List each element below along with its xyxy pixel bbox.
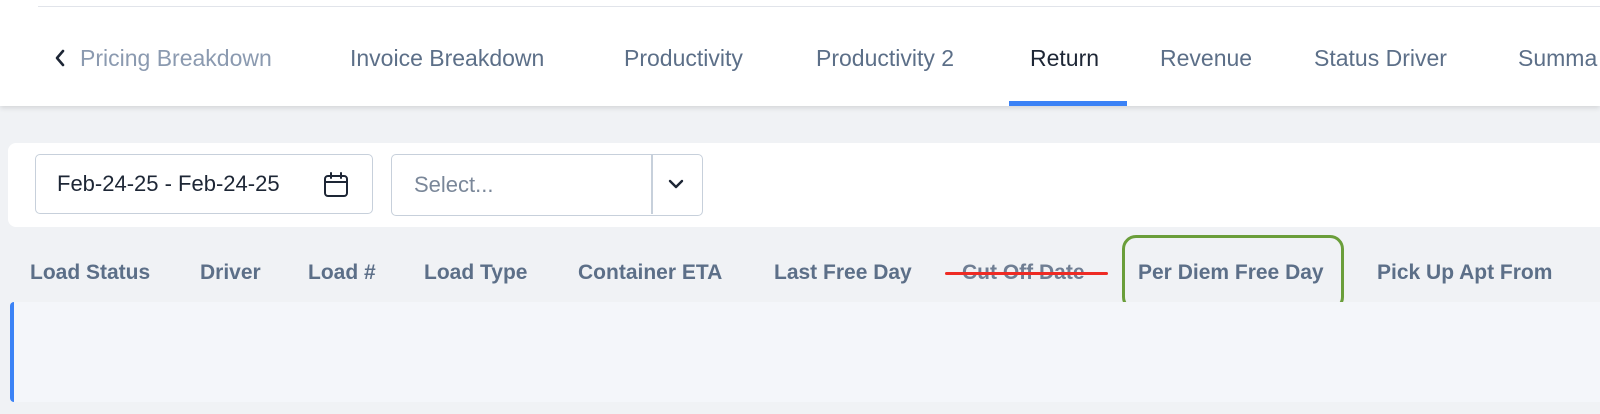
date-range-value: Feb-24-25 - Feb-24-25 — [57, 171, 280, 196]
table-body — [10, 302, 1600, 402]
tab-return[interactable]: Return — [1030, 42, 1099, 74]
select-separator — [651, 155, 653, 214]
column-header-load-status[interactable]: Load Status — [30, 258, 150, 288]
tab-productivity[interactable]: Productivity — [624, 42, 743, 74]
tab-status-driver[interactable]: Status Driver — [1314, 42, 1447, 74]
report-tabs-bar: Pricing Breakdown Invoice Breakdown Prod… — [0, 0, 1600, 106]
active-tab-indicator — [1009, 101, 1127, 106]
column-header-pick-up-apt-from[interactable]: Pick Up Apt From — [1377, 258, 1552, 288]
column-header-per-diem-free-day[interactable]: Per Diem Free Day — [1138, 258, 1324, 288]
tab-productivity-2[interactable]: Productivity 2 — [816, 42, 954, 74]
calendar-icon[interactable] — [322, 171, 350, 204]
column-header-container-eta[interactable]: Container ETA — [578, 258, 722, 288]
tab-summary[interactable]: Summa — [1518, 42, 1597, 74]
select-placeholder: Select... — [414, 172, 494, 197]
tab-invoice-breakdown[interactable]: Invoice Breakdown — [350, 42, 544, 74]
chevron-down-icon[interactable] — [667, 175, 685, 198]
filter-panel: Feb-24-25 - Feb-24-25 Select... — [8, 143, 1600, 227]
column-header-last-free-day[interactable]: Last Free Day — [774, 258, 912, 288]
chevron-left-icon[interactable] — [52, 46, 68, 70]
column-header-load-type[interactable]: Load Type — [424, 258, 527, 288]
column-header-driver[interactable]: Driver — [200, 258, 261, 288]
strikethrough-annotation — [945, 272, 1108, 275]
filter-select[interactable]: Select... — [391, 154, 703, 216]
tab-revenue[interactable]: Revenue — [1160, 42, 1252, 74]
column-header-load-number[interactable]: Load # — [308, 258, 376, 288]
date-range-input[interactable]: Feb-24-25 - Feb-24-25 — [35, 154, 373, 214]
tab-pricing-breakdown[interactable]: Pricing Breakdown — [80, 42, 272, 74]
top-divider — [38, 6, 1600, 7]
